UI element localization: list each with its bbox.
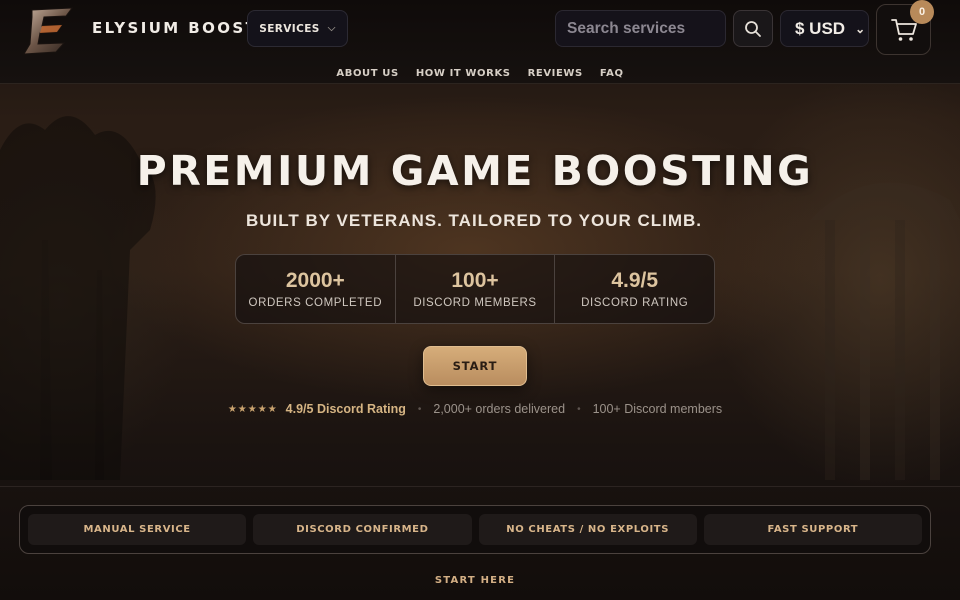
cart-icon — [890, 18, 917, 41]
trust-members: 100+ Discord members — [592, 402, 723, 416]
star-rating-icon: ★★★★★ — [227, 403, 278, 415]
hero-subtitle: BUILT BY VETERANS. TAILORED TO YOUR CLIM… — [245, 211, 702, 230]
features-bar: MANUAL SERVICE DISCORD CONFIRMED NO CHEA… — [19, 505, 931, 554]
nav-about-us[interactable]: ABOUT US — [336, 68, 398, 82]
feature-discord-confirmed: DISCORD CONFIRMED — [253, 514, 472, 545]
start-here-heading[interactable]: START HERE — [0, 575, 950, 586]
sub-navigation: ABOUT US HOW IT WORKS REVIEWS FAQ — [0, 68, 960, 82]
stat-value: 2000+ — [285, 269, 345, 292]
nav-how-it-works[interactable]: HOW IT WORKS — [416, 68, 511, 82]
trust-line: ★★★★★ 4.9/5 Discord Rating • 2,000+ orde… — [0, 402, 950, 416]
nav-reviews[interactable]: REVIEWS — [528, 68, 583, 82]
stat-value: 4.9/5 — [611, 269, 659, 292]
stat-discord-members: 100+ DISCORD MEMBERS — [396, 255, 556, 323]
services-label: SERVICES — [259, 22, 320, 35]
chevron-down-icon: ⌵ — [327, 23, 336, 34]
currency-select[interactable]: $ USD ⌄ — [780, 10, 869, 47]
logo-emblem-icon[interactable] — [18, 4, 78, 56]
stat-orders: 2000+ ORDERS COMPLETED — [236, 255, 396, 323]
separator-dot: • — [577, 403, 581, 415]
separator-dot: • — [417, 403, 422, 415]
stat-value: 100+ — [451, 269, 499, 292]
nav-faq[interactable]: FAQ — [600, 68, 624, 82]
search-input[interactable] — [555, 10, 726, 47]
cart-count-badge: 0 — [910, 0, 934, 24]
feature-no-cheats: NO CHEATS / NO EXPLOITS — [478, 514, 697, 545]
chevron-down-icon: ⌄ — [855, 21, 866, 36]
services-dropdown-button[interactable]: SERVICES ⌵ — [247, 10, 348, 47]
stats-panel: 2000+ ORDERS COMPLETED 100+ DISCORD MEMB… — [235, 254, 715, 324]
top-header: ELYSIUM BOOST SERVICES ⌵ $ USD ⌄ 0 ABOUT… — [0, 0, 960, 84]
stat-discord-rating: 4.9/5 DISCORD RATING — [555, 255, 714, 323]
trust-orders: 2,000+ orders delivered — [433, 402, 566, 416]
feature-fast-support: FAST SUPPORT — [703, 514, 922, 545]
feature-manual-service: MANUAL SERVICE — [28, 514, 247, 545]
start-button[interactable]: START — [423, 346, 527, 386]
trust-rating: 4.9/5 Discord Rating — [285, 402, 406, 416]
search-button[interactable] — [733, 10, 773, 47]
stat-label: DISCORD MEMBERS — [413, 297, 537, 309]
brand-name[interactable]: ELYSIUM BOOST — [92, 19, 258, 37]
currency-value: $ USD — [795, 18, 846, 38]
stat-label: ORDERS COMPLETED — [248, 297, 383, 309]
stat-label: DISCORD RATING — [581, 297, 689, 309]
search-icon — [745, 20, 761, 37]
hero-title: PREMIUM GAME BOOSTING — [136, 147, 814, 195]
section-divider — [0, 486, 960, 487]
